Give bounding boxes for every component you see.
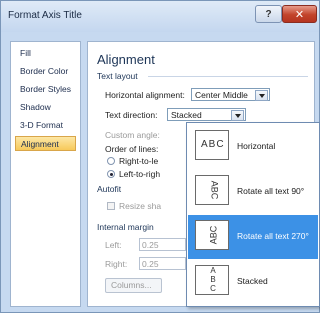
left-margin-value: 0.25 [142,240,159,250]
dialog-title: Format Axis Title [8,10,82,21]
option-rotate-90[interactable]: ABC Rotate all text 90° [188,170,318,214]
text-direction-select[interactable]: Stacked [167,108,246,121]
help-button[interactable]: ? [255,5,282,23]
nav-item-alignment[interactable]: Alignment [15,136,76,151]
chevron-down-icon[interactable] [231,110,244,121]
right-to-left-radio[interactable] [107,157,115,165]
category-list: Fill Border Color Border Styles Shadow 3… [10,41,81,307]
icon-text: ABC [209,180,220,200]
nav-item-border-color[interactable]: Border Color [15,64,76,79]
option-label: Horizontal [237,141,276,151]
nav-item-shadow[interactable]: Shadow [15,100,76,115]
text-direction-value: Stacked [171,110,202,120]
internal-margin-heading: Internal margin [97,222,154,232]
icon-text: ABC [201,139,225,150]
left-to-right-radio[interactable] [107,170,115,178]
icon-text: A B C [210,266,216,293]
nav-item-fill[interactable]: Fill [15,46,76,61]
help-icon: ? [265,8,272,20]
option-label: Stacked [237,276,268,286]
right-to-left-label: Right-to-le [119,156,159,166]
text-direction-label: Text direction: [105,110,158,120]
horizontal-alignment-label: Horizontal alignment: [105,90,185,100]
nav-item-border-styles[interactable]: Border Styles [15,82,76,97]
option-label: Rotate all text 90° [237,186,305,196]
text-layout-heading: Text layout [97,71,138,81]
page-title: Alignment [97,52,155,67]
right-margin-value: 0.25 [142,259,159,269]
right-margin-label: Right: [105,259,128,269]
horizontal-text-icon: ABC [195,130,229,160]
close-button[interactable]: ✕ [282,5,317,23]
rotate-90-text-icon: ABC [195,175,229,205]
close-icon: ✕ [294,8,305,21]
left-to-right-label: Left-to-righ [119,169,161,179]
autofit-heading: Autofit [97,184,122,194]
title-bar[interactable]: Format Axis Title ? ✕ [1,1,319,32]
divider [148,76,308,77]
order-of-lines-label: Order of lines: [105,144,159,154]
horizontal-alignment-select[interactable]: Center Middle [191,88,270,101]
columns-button[interactable]: Columns... [105,278,162,293]
horizontal-alignment-value: Center Middle [195,90,248,100]
stacked-text-icon: A B C [195,265,229,295]
custom-angle-label: Custom angle: [105,130,160,140]
left-margin-label: Left: [105,240,122,250]
option-stacked[interactable]: A B C Stacked [188,260,318,304]
format-axis-title-dialog: Format Axis Title ? ✕ Fill Border Color … [0,0,320,313]
right-margin-input[interactable]: 0.25 [139,257,186,270]
chevron-down-icon[interactable] [255,90,268,101]
left-margin-input[interactable]: 0.25 [139,238,186,251]
text-direction-dropdown: ABC Horizontal ABC Rotate all text 90° A… [186,122,320,307]
rotate-270-text-icon: ABC [195,220,229,250]
resize-shape-checkbox[interactable] [107,202,115,210]
resize-shape-label: Resize sha [119,201,162,211]
icon-text: ABC [208,225,219,245]
option-horizontal[interactable]: ABC Horizontal [188,125,318,169]
option-label: Rotate all text 270° [237,231,309,241]
nav-item-3d-format[interactable]: 3-D Format [15,118,76,133]
option-rotate-270[interactable]: ABC Rotate all text 270° [188,215,318,259]
